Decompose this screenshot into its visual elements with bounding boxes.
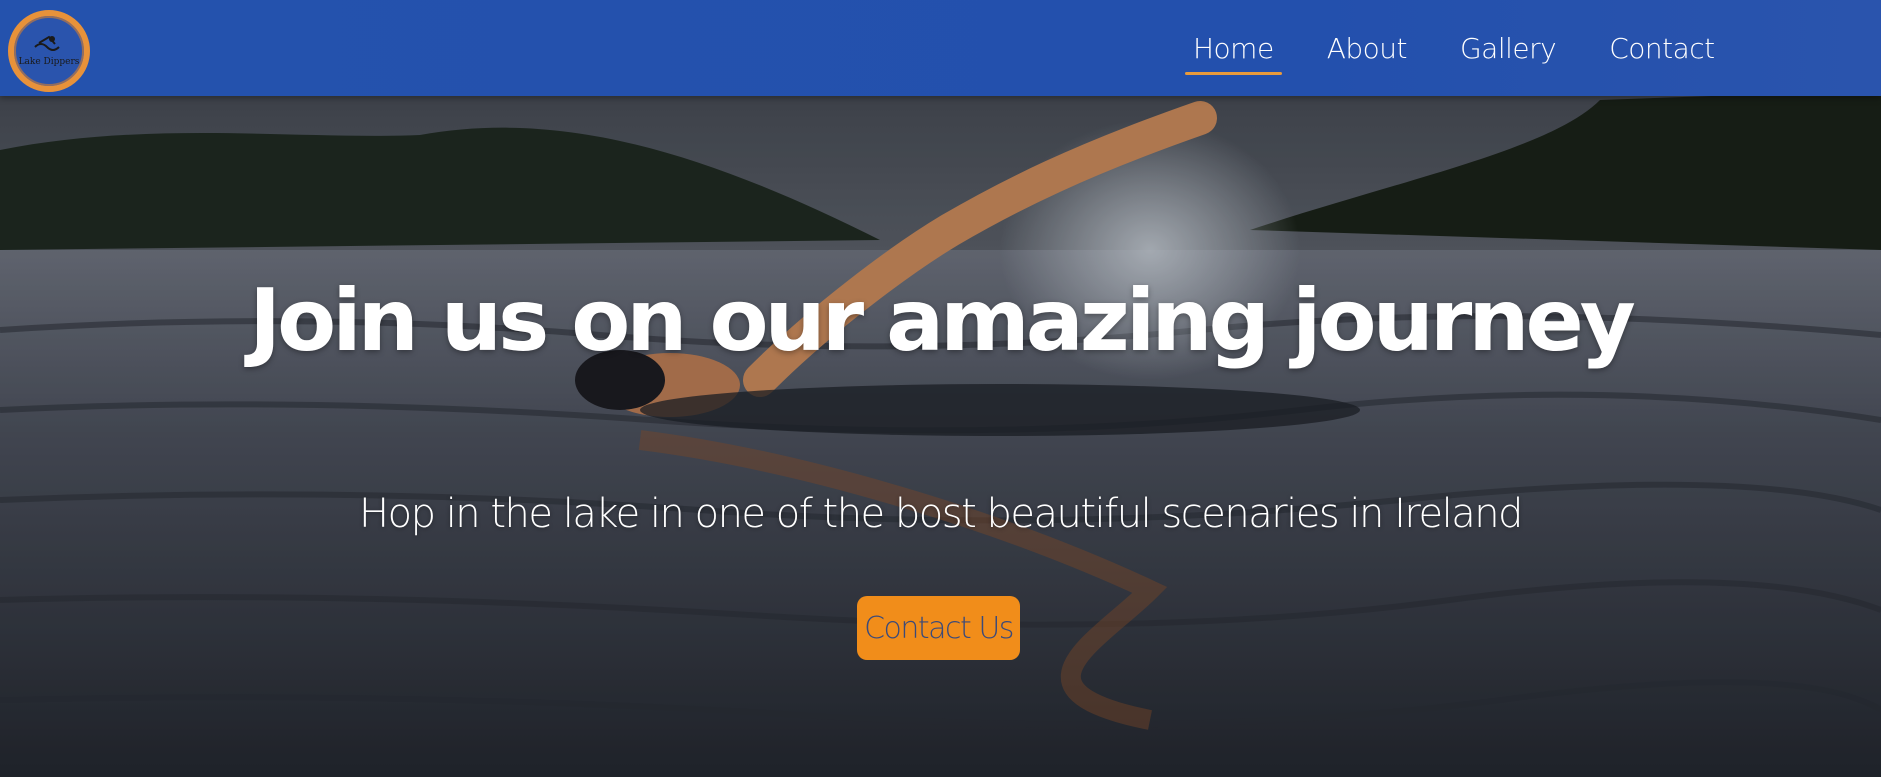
contact-us-button[interactable]: Contact Us [857, 596, 1020, 660]
page: Lake Dippers Home About Gallery Contact … [0, 0, 1881, 777]
main-nav: Home About Gallery Contact [1185, 0, 1760, 96]
nav-item-home[interactable]: Home [1185, 32, 1282, 75]
nav-item-about[interactable]: About [1319, 32, 1415, 65]
hero-background-image [0, 0, 1881, 777]
hero-subtitle: Hop in the lake in one of the bost beaut… [359, 491, 1523, 537]
brand-logo[interactable]: Lake Dippers [5, 5, 93, 93]
hero-title: Join us on our amazing journey [249, 271, 1636, 371]
top-navbar: Lake Dippers Home About Gallery Contact [0, 0, 1881, 96]
nav-item-gallery[interactable]: Gallery [1452, 32, 1564, 65]
logo-text: Lake Dippers [19, 57, 80, 67]
nav-item-contact[interactable]: Contact [1601, 32, 1722, 65]
